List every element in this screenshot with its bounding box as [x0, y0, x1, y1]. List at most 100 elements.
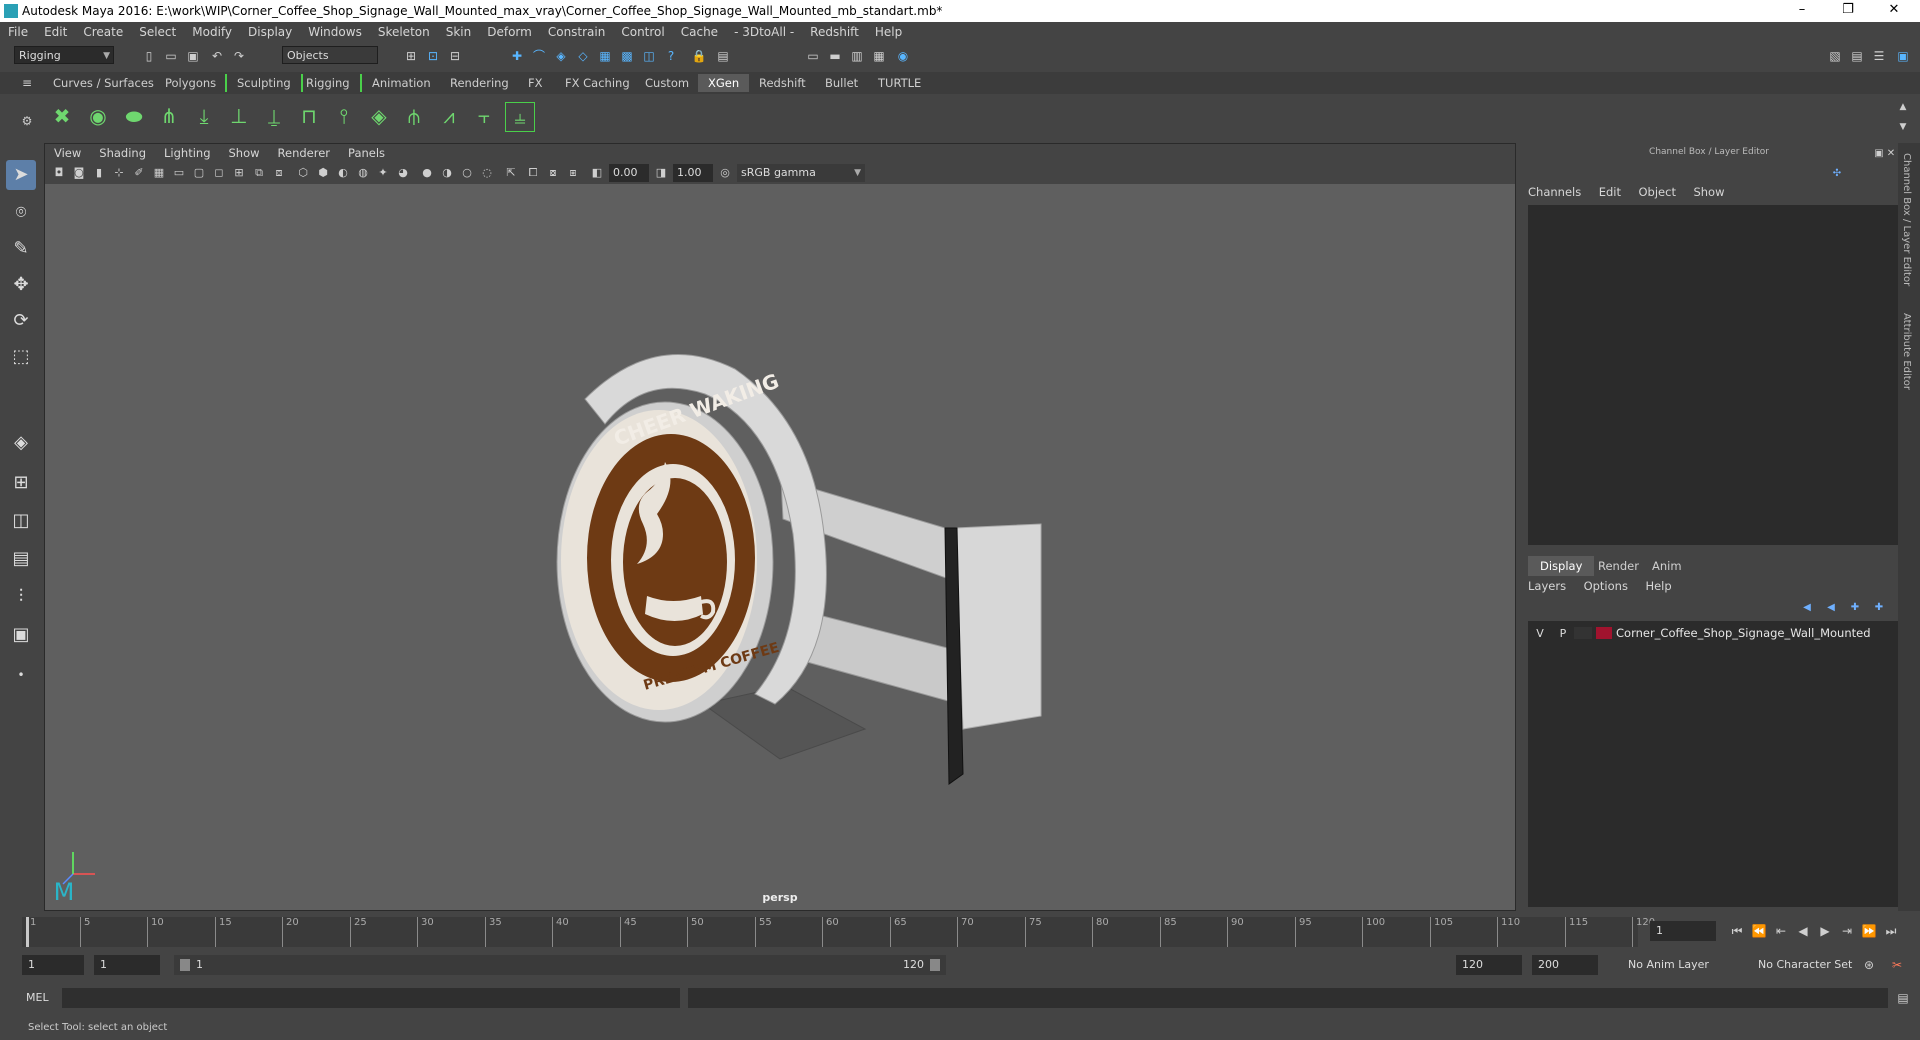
menu-help[interactable]: Help	[867, 25, 910, 39]
tab-sculpting[interactable]: Sculpting	[225, 74, 303, 92]
select-hierarchy-icon[interactable]: ⊞	[402, 47, 420, 65]
menu-file[interactable]: File	[0, 25, 36, 39]
lasso-tool-icon[interactable]: ⌾	[6, 198, 36, 228]
grease-pencil-icon[interactable]: ✐	[131, 165, 147, 181]
go-to-end-icon[interactable]: ⏭	[1882, 922, 1900, 940]
tab-polygons[interactable]: Polygons	[155, 74, 226, 92]
menu-redshift[interactable]: Redshift	[802, 25, 867, 39]
menu-channels[interactable]: Channels	[1528, 185, 1581, 199]
character-set-dropdown[interactable]: No Character Set	[1752, 955, 1872, 975]
side-tab-attribute-editor[interactable]: Attribute Editor	[1901, 313, 1912, 390]
tab-custom[interactable]: Custom	[635, 74, 699, 92]
depth-of-field-icon[interactable]: ◌	[479, 165, 495, 181]
script-language-toggle[interactable]: MEL	[26, 991, 49, 1004]
tab-rendering[interactable]: Rendering	[440, 74, 519, 92]
menu-windows[interactable]: Windows	[300, 25, 370, 39]
image-plane-icon[interactable]: ▮	[91, 165, 107, 181]
close-button[interactable]: ✕	[1874, 2, 1914, 20]
step-forward-frame-icon[interactable]: ⏩	[1860, 922, 1878, 940]
tool-settings-toggle-icon[interactable]: ☰	[1870, 47, 1888, 65]
layer-row[interactable]: V P Corner_Coffee_Shop_Signage_Wall_Moun…	[1528, 625, 1898, 641]
vp-menu-shading[interactable]: Shading	[90, 144, 155, 162]
tab-bullet[interactable]: Bullet	[815, 74, 868, 92]
xray-joints-icon[interactable]: ⧇	[545, 165, 561, 181]
menu-display[interactable]: Display	[240, 25, 300, 39]
xgen-add-guide-icon[interactable]: ⊥	[225, 102, 253, 130]
exposure-field[interactable]: 0.00	[609, 164, 649, 182]
exposure-icon[interactable]: ◧	[589, 165, 605, 181]
vp-menu-panels[interactable]: Panels	[339, 144, 394, 162]
persp-outliner-layout-icon[interactable]: ⫶	[6, 582, 36, 612]
snap-surface-icon[interactable]: ◇	[574, 47, 592, 65]
new-layer-selected-icon[interactable]: ✚	[1870, 599, 1888, 617]
move-layer-down-icon[interactable]: ◀	[1822, 599, 1840, 617]
time-slider-track[interactable]: 1 5 10 15 20 25 30 35 40 45 50 55 60 65 70 75 80 85 90 95 10…	[22, 917, 1655, 947]
layer-visibility-toggle[interactable]: V	[1528, 627, 1552, 640]
vp-menu-renderer[interactable]: Renderer	[269, 144, 340, 162]
xgen-bend-icon[interactable]: ⫟	[470, 102, 498, 130]
select-component-icon[interactable]: ⊟	[446, 47, 464, 65]
shelf-scroll-up-icon[interactable]: ▲	[1894, 98, 1912, 116]
snap-grid-icon[interactable]: ✚	[508, 47, 526, 65]
minimize-button[interactable]: –	[1782, 2, 1822, 20]
safe-action-icon[interactable]: ⧉	[251, 165, 267, 181]
symmetry-icon[interactable]: ◫	[640, 47, 658, 65]
layer-playback-toggle[interactable]: P	[1552, 627, 1574, 640]
vp-menu-lighting[interactable]: Lighting	[155, 144, 219, 162]
gamma-field[interactable]: 1.00	[673, 164, 713, 182]
menu-cache[interactable]: Cache	[673, 25, 726, 39]
snap-curve-icon[interactable]: ⌒	[530, 47, 548, 65]
step-forward-key-icon[interactable]: ⇥	[1838, 922, 1856, 940]
camera-attributes-icon[interactable]: ◘	[51, 165, 67, 181]
menu-edit[interactable]: Edit	[36, 25, 75, 39]
anti-aliasing-icon[interactable]: ○	[459, 165, 475, 181]
viewport-persp[interactable]: View Shading Lighting Show Renderer Pane…	[44, 143, 1516, 911]
snap-point-icon[interactable]: ◈	[552, 47, 570, 65]
xgen-editor-icon[interactable]: ✖	[48, 102, 76, 130]
animation-prefs-icon[interactable]: ✂	[1888, 956, 1906, 974]
modeling-toolkit-icon[interactable]: ▧	[1826, 47, 1844, 65]
xray-icon[interactable]: ⧠	[525, 165, 541, 181]
xgen-interactive-groom-icon[interactable]: ⬬	[120, 102, 148, 130]
xgen-comb-icon[interactable]: ⫯	[330, 102, 358, 130]
playback-end-field[interactable]: 120	[1456, 955, 1522, 975]
axis-display-icon[interactable]: ✣	[1828, 165, 1846, 183]
menu-edit[interactable]: Edit	[1599, 185, 1621, 199]
field-chart-icon[interactable]: ⊞	[231, 165, 247, 181]
animation-end-field[interactable]: 200	[1532, 955, 1598, 975]
tab-rigging[interactable]: Rigging	[296, 74, 362, 92]
resolution-gate-icon[interactable]: ▢	[191, 165, 207, 181]
camera-bookmark-icon[interactable]: ◙	[71, 165, 87, 181]
play-backwards-icon[interactable]: ◀	[1794, 922, 1812, 940]
range-slider-bar[interactable]: 1 120	[174, 955, 946, 975]
menu-object[interactable]: Object	[1639, 185, 1676, 199]
move-tool-icon[interactable]: ✥	[6, 270, 36, 300]
textured-icon[interactable]: ◍	[355, 165, 371, 181]
select-object-icon[interactable]: ⊡	[424, 47, 442, 65]
play-forwards-icon[interactable]: ▶	[1816, 922, 1834, 940]
layer-color-swatch[interactable]	[1596, 627, 1612, 639]
two-d-pan-icon[interactable]: ⊹	[111, 165, 127, 181]
smooth-shade-icon[interactable]: ⬢	[315, 165, 331, 181]
screen-space-ao-icon[interactable]: ●	[419, 165, 435, 181]
shelf-menu-icon[interactable]: ≡	[18, 74, 36, 92]
menu-constrain[interactable]: Constrain	[540, 25, 614, 39]
snap-view-plane-icon[interactable]: ▦	[596, 47, 614, 65]
shelf-scroll-down-icon[interactable]: ▼	[1894, 118, 1912, 136]
step-back-frame-icon[interactable]: ⏪	[1750, 922, 1768, 940]
vp-menu-view[interactable]: View	[45, 144, 90, 162]
xgen-preview-icon[interactable]: ◉	[84, 102, 112, 130]
mode-selector[interactable]: Rigging ▼	[14, 46, 114, 64]
tab-turtle[interactable]: TURTLE	[868, 74, 931, 92]
rotate-tool-icon[interactable]: ⟳	[6, 306, 36, 336]
wireframe-icon[interactable]: ⬡	[295, 165, 311, 181]
range-start-handle[interactable]	[180, 959, 190, 971]
menu-show[interactable]: Show	[1693, 185, 1724, 199]
view-transform-dropdown[interactable]: sRGB gamma ▼	[737, 164, 865, 182]
undo-icon[interactable]: ↶	[208, 47, 226, 65]
ipr-render-icon[interactable]: ▥	[848, 47, 866, 65]
tab-fx[interactable]: FX	[518, 74, 553, 92]
step-back-key-icon[interactable]: ⇤	[1772, 922, 1790, 940]
isolate-select-icon[interactable]: ⇱	[503, 165, 519, 181]
xgen-layers-icon[interactable]: ◈	[365, 102, 393, 130]
